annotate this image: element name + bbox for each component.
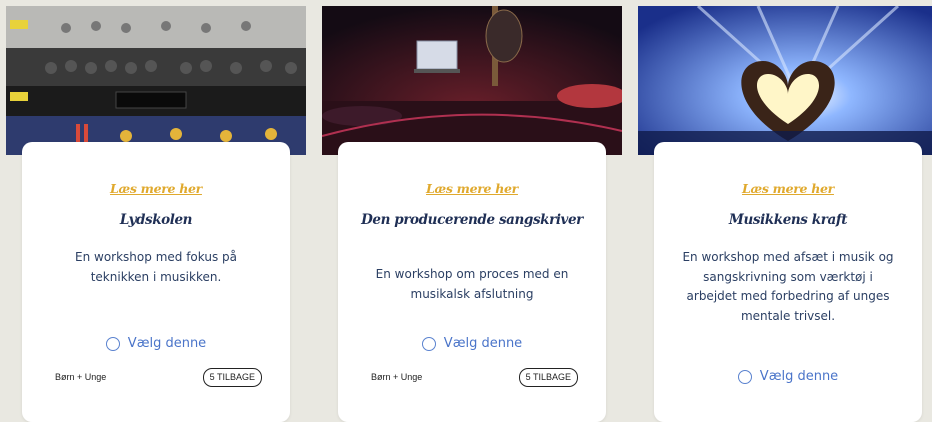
card-description: En workshop med fokus på teknikken i mus… xyxy=(75,250,237,284)
radio-circle-icon[interactable] xyxy=(421,336,436,351)
read-more-link[interactable]: Læs mere her xyxy=(22,181,290,196)
age-group-label: Børn + Unge xyxy=(371,372,423,382)
workshop-card-producerende-sangskriver: Læs mere her Den producerende sangskrive… xyxy=(338,142,606,422)
select-label: Vælg denne xyxy=(127,336,207,351)
card-title: Lydskolen xyxy=(119,212,193,228)
availability-badge: 5 TILBAGE xyxy=(202,368,262,387)
select-option[interactable]: Vælg denne xyxy=(22,336,290,351)
radio-circle-icon[interactable] xyxy=(105,336,120,351)
card-title: Musikkens kraft xyxy=(728,212,848,228)
concert-heart-hands-photo xyxy=(638,6,932,155)
studio-rack-equipment-photo xyxy=(6,6,306,155)
radio-circle-icon[interactable] xyxy=(737,369,752,384)
select-option[interactable]: Vælg denne xyxy=(654,369,922,384)
select-label: Vælg denne xyxy=(759,369,839,384)
workshop-card-lydskolen: Læs mere her Lydskolen En workshop med f… xyxy=(22,142,290,422)
availability-badge: 5 TILBAGE xyxy=(518,368,578,387)
read-more-link[interactable]: Læs mere her xyxy=(338,181,606,196)
select-label: Vælg denne xyxy=(443,336,523,351)
card-title: Den producerende sangskriver xyxy=(361,212,583,228)
workshop-card-musikkens-kraft: Læs mere her Musikkens kraft En workshop… xyxy=(654,142,922,422)
age-group-label: Børn + Unge xyxy=(55,372,107,382)
read-more-link[interactable]: Læs mere her xyxy=(654,181,922,196)
card-description: En workshop med afsæt i musik og sangskr… xyxy=(682,250,894,323)
stage-guitar-laptop-photo xyxy=(322,6,622,155)
select-option[interactable]: Vælg denne xyxy=(338,336,606,351)
card-description: En workshop om proces med en musikalsk a… xyxy=(375,267,569,301)
